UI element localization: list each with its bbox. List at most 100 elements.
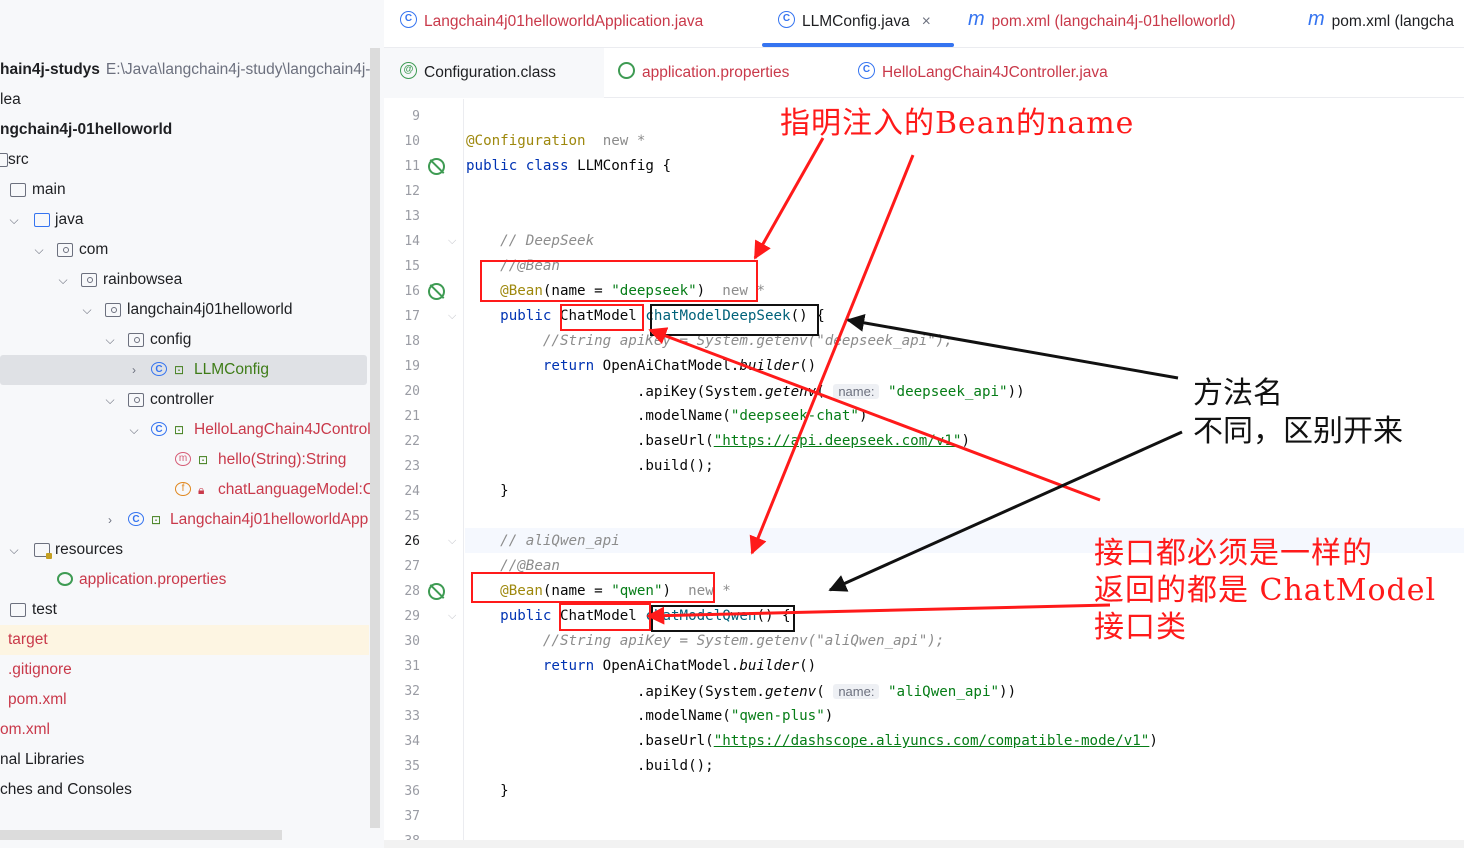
string-literal: "deepseek" — [611, 283, 697, 299]
chevron-down-icon[interactable]: ⌵ — [103, 385, 117, 415]
tree-item-pom-root[interactable]: om.xml — [0, 715, 369, 745]
tree-item-com[interactable]: ⌵ com — [0, 235, 369, 265]
tree-item-label: main — [32, 181, 66, 198]
tree-vertical-scrollbar[interactable] — [370, 48, 380, 828]
string-literal: "deepseek-chat" — [730, 408, 859, 424]
tree-item-label: om.xml — [0, 721, 50, 738]
tree-item-application-class[interactable]: › C ⊡ Langchain4j01helloworldApp — [0, 505, 369, 535]
keyword: class — [525, 158, 569, 174]
spring-bean-gutter-icon[interactable] — [428, 158, 445, 175]
tree-item-target[interactable]: target — [0, 625, 369, 655]
annotation-line: 接口类 — [1094, 610, 1187, 645]
tab-pom-module[interactable]: m pom.xml (langchain4j-01helloworld) — [968, 0, 1235, 46]
project-tree: hain4j-studys E:\Java\langchain4j-study\l… — [0, 55, 374, 805]
fold-icon[interactable]: ⌵ — [448, 304, 456, 329]
maven-icon: m — [968, 8, 985, 31]
author-hint[interactable]: new * — [688, 583, 731, 599]
project-tree-panel: hain4j-studys E:\Java\langchain4j-study\l… — [0, 0, 384, 848]
tree-item-gitignore[interactable]: .gitignore — [0, 655, 369, 685]
comment: //String apiKey = System.getenv("aliQwen… — [542, 633, 945, 649]
editor-horizontal-scrollbar[interactable] — [384, 840, 1464, 848]
code-text: .modelName( — [636, 708, 731, 724]
return-type: ChatModel — [559, 608, 637, 624]
code-line-18: //String apiKey = System.getenv("deepsee… — [466, 329, 953, 354]
tab-label: pom.xml (langchain4j-01helloworld) — [991, 13, 1236, 30]
code-line-14: // DeepSeek — [466, 229, 594, 254]
tree-item-config[interactable]: ⌵ config — [0, 325, 369, 355]
tree-item-src[interactable]: src — [0, 145, 369, 175]
tree-item-label: src — [8, 151, 29, 168]
line-number: 14 — [404, 234, 420, 249]
tab-llmconfig-java[interactable]: C LLMConfig.java × — [778, 0, 931, 46]
tree-item-pom-module[interactable]: pom.xml — [0, 685, 369, 715]
tree-item-main[interactable]: main — [0, 175, 369, 205]
chevron-down-icon[interactable]: ⌵ — [103, 325, 117, 355]
tree-item-label: LLMConfig — [194, 361, 269, 378]
tab-application-properties[interactable]: application.properties — [618, 51, 789, 97]
tree-item-test[interactable]: test — [0, 595, 369, 625]
spring-config-icon — [618, 62, 635, 80]
author-hint[interactable]: new * — [603, 133, 646, 149]
line-number: 28 — [404, 584, 420, 599]
line-number: 32 — [404, 684, 420, 699]
chevron-right-icon[interactable]: › — [103, 505, 117, 535]
url-literal[interactable]: "https://api.deepseek.com/v1" — [714, 433, 962, 449]
resources-folder-icon — [34, 543, 52, 559]
tree-item-project-root[interactable]: hain4j-studys E:\Java\langchain4j-study\l… — [0, 55, 371, 85]
project-path: E:\Java\langchain4j-study\langchain4j- — [105, 61, 371, 78]
tree-item-label: controller — [150, 391, 214, 408]
tab-application-java[interactable]: C Langchain4j01helloworldApplication.java — [400, 0, 703, 46]
fold-icon[interactable]: ⌵ — [448, 229, 456, 254]
close-icon[interactable]: × — [922, 13, 931, 30]
tab-configuration-class[interactable]: @ Configuration.class — [400, 51, 556, 97]
tree-item-hello-method[interactable]: m ⊡ hello(String):String — [0, 445, 369, 475]
code-line-26: // aliQwen_api — [466, 529, 620, 554]
tree-horizontal-scrollbar[interactable] — [0, 830, 282, 840]
code-text: () { — [756, 608, 791, 624]
line-number: 23 — [404, 459, 420, 474]
tab-controller-java[interactable]: C HelloLangChain4JController.java — [858, 51, 1108, 97]
code-text: ) — [858, 408, 868, 424]
annotation-line: 方法名 — [1193, 376, 1283, 411]
line-number: 18 — [404, 334, 420, 349]
spring-bean-gutter-icon[interactable] — [428, 583, 445, 600]
tree-item-controller-class[interactable]: ⌵ C ⊡ HelloLangChain4JControll — [0, 415, 374, 445]
code-editor[interactable]: 9 10 11 12 13 14 15 16 17 18 19 20 21 22… — [384, 99, 1464, 840]
tree-item-langchain4j01helloworld[interactable]: ⌵ langchain4j01helloworld — [0, 295, 369, 325]
fold-icon[interactable]: ⌵ — [448, 604, 456, 629]
line-number: 11 — [404, 159, 420, 174]
tab-pom-root[interactable]: m pom.xml (langcha — [1308, 0, 1454, 46]
spring-bean-gutter-icon[interactable] — [428, 283, 445, 300]
tree-item-resources[interactable]: ⌵ resources — [0, 535, 369, 565]
tree-item-external-libraries[interactable]: nal Libraries — [0, 745, 369, 775]
tab-label: LLMConfig.java — [802, 13, 910, 30]
tree-item-llmconfig[interactable]: › C ⊡ LLMConfig — [0, 355, 367, 385]
chevron-down-icon[interactable]: ⌵ — [127, 415, 141, 445]
tree-item-rainbowsea[interactable]: ⌵ rainbowsea — [0, 265, 369, 295]
code-line-24: } — [466, 479, 509, 504]
chevron-down-icon[interactable]: ⌵ — [7, 535, 21, 565]
method-name: chatModelDeepSeek — [645, 308, 791, 324]
tree-item-controller[interactable]: ⌵ controller — [0, 385, 369, 415]
chevron-down-icon[interactable]: ⌵ — [7, 205, 21, 235]
annotation-interface: 接口都必须是一样的 返回的都是 ChatModel 接口类 — [1094, 535, 1462, 646]
chevron-down-icon[interactable]: ⌵ — [32, 235, 46, 265]
fold-icon[interactable]: ⌵ — [448, 529, 456, 554]
tree-item-idea[interactable]: lea — [0, 85, 369, 115]
chevron-down-icon[interactable]: ⌵ — [56, 265, 70, 295]
tree-item-application-properties[interactable]: application.properties — [0, 565, 369, 595]
url-literal[interactable]: "https://dashscope.aliyuncs.com/compatib… — [714, 733, 1150, 749]
code-text: () — [799, 658, 817, 674]
bean-annotation: @Bean — [500, 583, 543, 599]
chevron-down-icon[interactable]: ⌵ — [80, 295, 94, 325]
code-line-17: public ChatModel chatModelDeepSeek() { — [466, 304, 825, 329]
author-hint[interactable]: new * — [722, 283, 765, 299]
code-line-27: //@Bean — [466, 554, 560, 579]
source-folder-icon — [34, 213, 50, 227]
tree-item-java[interactable]: ⌵ java — [0, 205, 369, 235]
tree-item-scratches[interactable]: ches and Consoles — [0, 775, 369, 805]
line-number: 35 — [404, 759, 420, 774]
chevron-right-icon[interactable]: › — [127, 355, 141, 385]
tree-item-module[interactable]: ngchain4j-01helloworld — [0, 115, 369, 145]
tree-item-field[interactable]: f 🔒︎ chatLanguageModel:C — [0, 475, 374, 505]
